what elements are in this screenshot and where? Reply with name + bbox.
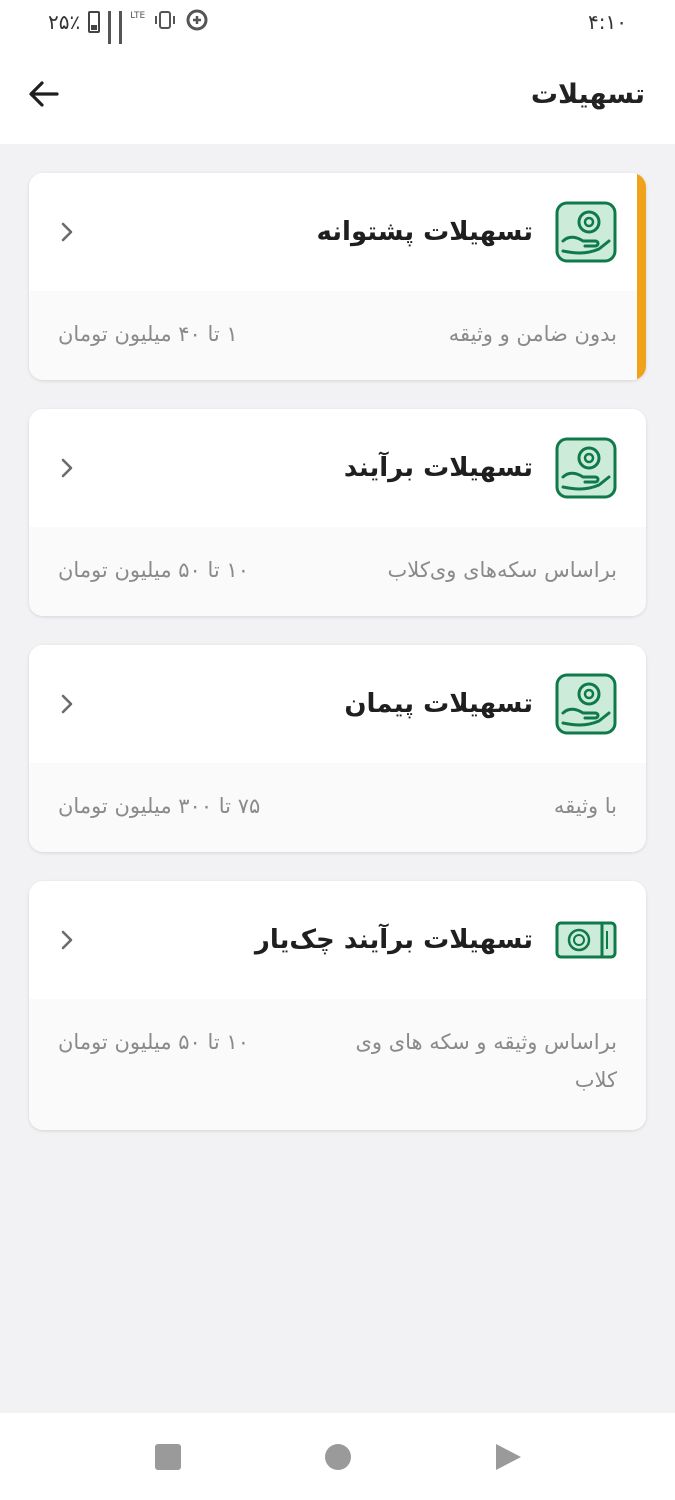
back-button[interactable] — [26, 76, 62, 112]
clock: ۴:۱۰ — [588, 10, 627, 34]
page-title: تسهیلات — [530, 78, 645, 110]
data-saver-icon — [185, 8, 209, 37]
home-circle-icon — [324, 1443, 351, 1470]
card-description: براساس وثیقه و سکه های وی کلاب — [355, 1030, 617, 1092]
hand-coin-icon — [555, 437, 617, 499]
card-header: تسهیلات برآیند چک‌یار — [29, 881, 646, 999]
hand-coin-icon — [555, 673, 617, 735]
facility-card-barayand-chekyar[interactable]: تسهیلات برآیند چک‌یار براساس وثیقه و سکه… — [29, 881, 646, 1130]
app-header: تسهیلات — [0, 44, 675, 144]
card-amount-range: ۱ تا ۴۰ میلیون تومان — [58, 322, 238, 346]
system-nav-bar — [0, 1413, 675, 1500]
back-triangle-icon — [495, 1443, 521, 1470]
card-amount-range: ۷۵ تا ۳۰۰ میلیون تومان — [58, 794, 261, 818]
status-bar: ۲۵٪ LTE ۴:۱۰ — [0, 0, 675, 73]
card-details: براساس سکه‌های وی‌کلاب ۱۰ تا ۵۰ میلیون ت… — [29, 527, 646, 616]
chevron-right-icon — [61, 222, 73, 242]
card-details: با وثیقه ۷۵ تا ۳۰۰ میلیون تومان — [29, 763, 646, 852]
card-title: تسهیلات پشتوانه — [316, 217, 534, 247]
card-description: براساس سکه‌های وی‌کلاب — [387, 558, 617, 582]
cheque-icon — [555, 921, 617, 959]
facility-card-peyman[interactable]: تسهیلات پیمان با وثیقه ۷۵ تا ۳۰۰ میلیون … — [29, 645, 646, 852]
card-details: بدون ضامن و وثیقه ۱ تا ۴۰ میلیون تومان — [29, 291, 646, 380]
signal-icon — [108, 11, 112, 73]
card-header: تسهیلات پیمان — [29, 645, 646, 763]
vibrate-icon — [153, 10, 177, 35]
chevron-right-icon — [61, 458, 73, 478]
arrow-left-icon — [29, 81, 59, 107]
card-title: تسهیلات برآیند — [343, 453, 533, 483]
card-amount-range: ۱۰ تا ۵۰ میلیون تومان — [58, 558, 249, 582]
status-icons: ۲۵٪ LTE — [48, 8, 209, 73]
battery-icon — [88, 11, 101, 33]
facility-card-poshtvaneh[interactable]: تسهیلات پشتوانه بدون ضامن و وثیقه ۱ تا ۴… — [29, 173, 646, 380]
battery-percent: ۲۵٪ — [48, 10, 81, 34]
chevron-right-icon — [61, 694, 73, 714]
chevron-right-icon — [61, 930, 73, 950]
card-amount-range: ۱۰ تا ۵۰ میلیون تومان — [58, 1030, 249, 1054]
recents-square-icon — [154, 1443, 181, 1470]
card-description: بدون ضامن و وثیقه — [448, 322, 617, 346]
recents-button[interactable] — [148, 1437, 188, 1477]
card-title: تسهیلات برآیند چک‌یار — [254, 925, 533, 955]
card-details: براساس وثیقه و سکه های وی کلاب ۱۰ تا ۵۰ … — [29, 999, 646, 1130]
signal-lte-icon — [119, 11, 123, 73]
facilities-list: تسهیلات پشتوانه بدون ضامن و وثیقه ۱ تا ۴… — [29, 173, 646, 1130]
home-button[interactable] — [318, 1437, 358, 1477]
card-description: با وثیقه — [553, 794, 617, 818]
back-nav-button[interactable] — [488, 1437, 528, 1477]
card-title: تسهیلات پیمان — [344, 689, 533, 719]
card-header: تسهیلات برآیند — [29, 409, 646, 527]
card-header: تسهیلات پشتوانه — [29, 173, 646, 291]
network-type: LTE — [130, 11, 146, 21]
facility-card-barayand[interactable]: تسهیلات برآیند براساس سکه‌های وی‌کلاب ۱۰… — [29, 409, 646, 616]
hand-coin-icon — [555, 201, 617, 263]
